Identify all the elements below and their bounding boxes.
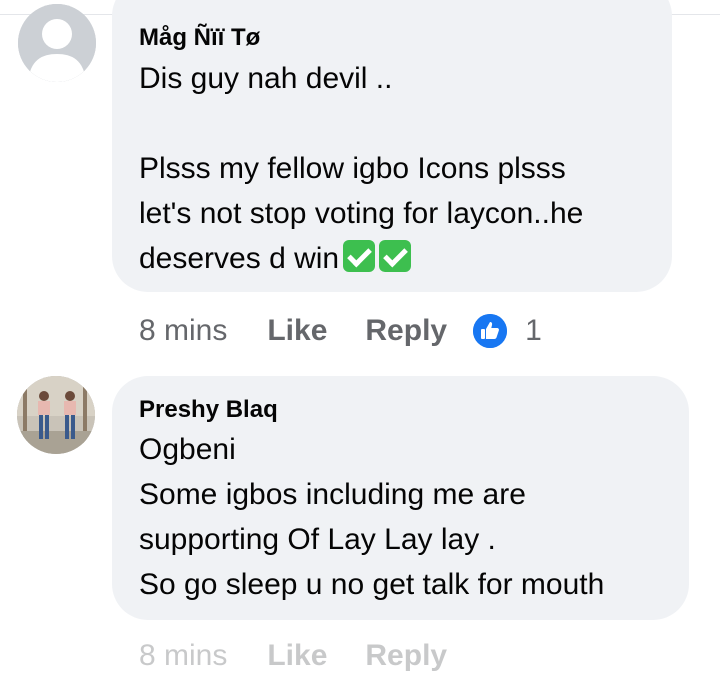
check-mark-icon — [379, 240, 412, 272]
comment-timestamp[interactable]: 8 mins — [139, 314, 227, 348]
check-mark-icon — [343, 240, 376, 272]
avatar[interactable] — [18, 4, 96, 82]
reply-button[interactable]: Reply — [365, 314, 447, 348]
like-button[interactable]: Like — [267, 314, 327, 348]
comment-text: Ogbeni Some igbos including me are suppo… — [139, 433, 605, 601]
reaction-count[interactable]: 1 — [525, 314, 542, 348]
comment-author[interactable]: Måg Ñïï Tø — [139, 24, 260, 52]
comment-actions: 8 mins Like Reply 1 — [139, 311, 542, 351]
like-button[interactable]: Like — [267, 639, 327, 673]
comment-timestamp[interactable]: 8 mins — [139, 639, 227, 673]
comment-actions: 8 mins Like Reply — [139, 636, 473, 676]
thumbs-up-icon[interactable] — [473, 314, 508, 348]
reply-button[interactable]: Reply — [365, 639, 447, 673]
profile-photo-icon — [17, 376, 95, 454]
profile-silhouette-icon — [18, 4, 96, 82]
avatar[interactable] — [17, 376, 95, 454]
comment-author[interactable]: Preshy Blaq — [139, 396, 278, 424]
comment-text: Dis guy nah devil .. Plsss my fellow igb… — [139, 56, 583, 281]
